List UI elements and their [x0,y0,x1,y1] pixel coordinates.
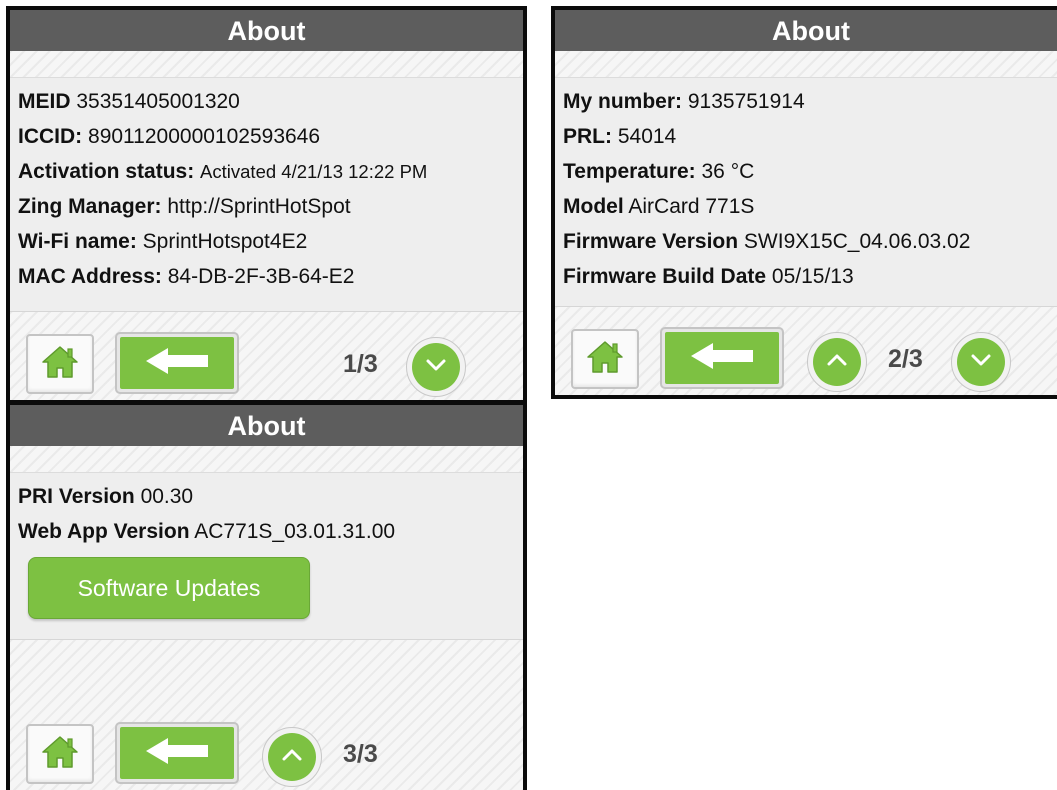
zing-manager-row: Zing Manager: http://SprintHotSpot [18,189,523,224]
info-value: 36 °C [701,160,755,183]
arrow-left-icon [144,736,210,771]
info-label: MEID [18,90,71,113]
my-number-row: My number: 9135751914 [563,84,1057,119]
info-label: Firmware Build Date [563,265,767,288]
page-up-button[interactable] [807,332,867,392]
info-label: PRI Version [18,485,135,508]
temperature-row: Temperature: 36 °C [563,154,1057,189]
back-button[interactable] [660,327,784,389]
home-button[interactable] [26,334,94,394]
info-list: MEID 35351405001320 ICCID: 8901120000010… [10,78,523,294]
model-row: Model AirCard 771S [563,189,1057,224]
info-value: SprintHotspot4E2 [142,230,308,253]
info-value: 9135751914 [687,90,805,113]
home-icon [41,345,79,384]
firmware-build-date-row: Firmware Build Date 05/15/13 [563,259,1057,294]
info-label: Zing Manager: [18,195,162,218]
page-indicator: 1/3 [343,350,378,378]
info-label: Wi-Fi name: [18,230,137,253]
arrow-left-icon [144,346,210,381]
info-label: Activation status: [18,160,195,183]
about-panel-page-2: About My number: 9135751914 PRL: 54014 T… [551,6,1057,399]
chevron-down-icon [425,358,447,377]
info-label: Web App Version [18,520,190,543]
home-icon [41,735,79,774]
info-value: 00.30 [140,485,194,508]
bottom-nav: 1/3 [10,311,523,400]
panel-title: About [10,10,523,51]
about-panel-page-3: About PRI Version 00.30 Web App Version … [6,400,527,790]
panel-title: About [555,10,1057,51]
info-label: ICCID: [18,125,83,148]
info-list: My number: 9135751914 PRL: 54014 Tempera… [555,78,1057,294]
wifi-name-row: Wi-Fi name: SprintHotspot4E2 [18,224,523,259]
iccid-row: ICCID: 89011200000102593646 [18,119,523,154]
info-value: 35351405001320 [76,90,240,113]
chevron-up-icon [826,353,848,372]
about-panel-page-1: About MEID 35351405001320 ICCID: 8901120… [6,6,527,400]
page-up-button[interactable] [262,727,322,787]
page-down-button[interactable] [406,337,466,397]
info-list: PRI Version 00.30 Web App Version AC771S… [10,473,523,549]
info-value: 89011200000102593646 [88,125,321,148]
home-button[interactable] [26,724,94,784]
info-label: My number: [563,90,683,113]
mac-address-row: MAC Address: 84-DB-2F-3B-64-E2 [18,259,523,294]
pri-version-row: PRI Version 00.30 [18,479,523,514]
firmware-version-row: Firmware Version SWI9X15C_04.06.03.02 [563,224,1057,259]
info-value: AirCard 771S [628,195,755,218]
info-label: Temperature: [563,160,696,183]
info-value: SWI9X15C_04.06.03.02 [743,230,971,253]
back-button[interactable] [115,332,239,394]
back-button[interactable] [115,722,239,784]
page-indicator: 3/3 [343,740,378,768]
info-value: 54014 [617,125,677,148]
prl-row: PRL: 54014 [563,119,1057,154]
page-down-button[interactable] [951,332,1011,392]
info-value: AC771S_03.01.31.00 [194,520,396,543]
arrow-left-icon [689,341,755,376]
home-icon [586,340,624,379]
info-value: Activated 4/21/13 12:22 PM [200,161,428,182]
info-label: PRL: [563,125,612,148]
info-value: 84-DB-2F-3B-64-E2 [167,265,355,288]
decorative-stripe [10,51,523,78]
home-button[interactable] [571,329,639,389]
chevron-down-icon [970,353,992,372]
page-indicator: 2/3 [888,345,923,373]
bottom-nav: 3/3 [10,639,523,790]
info-label: Firmware Version [563,230,739,253]
chevron-up-icon [281,748,303,767]
software-updates-button[interactable]: Software Updates [28,557,310,619]
panel-title: About [10,405,523,446]
bottom-nav: 2/3 [555,306,1057,395]
meid-row: MEID 35351405001320 [18,84,523,119]
decorative-stripe [10,446,523,473]
info-label: MAC Address: [18,265,162,288]
info-label: Model [563,195,624,218]
info-value: 05/15/13 [771,265,854,288]
activation-status-row: Activation status: Activated 4/21/13 12:… [18,154,523,189]
info-value: http://SprintHotSpot [167,195,351,218]
web-app-version-row: Web App Version AC771S_03.01.31.00 [18,514,523,549]
decorative-stripe [555,51,1057,78]
